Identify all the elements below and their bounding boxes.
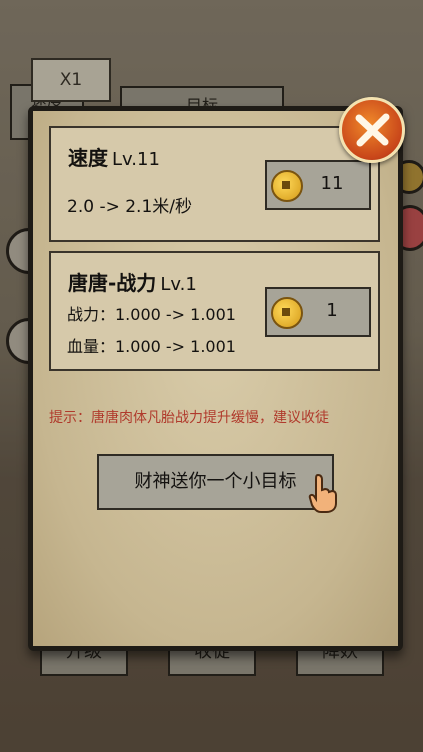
power-card-name: 唐唐-战力 xyxy=(68,271,157,295)
power-upgrade-button[interactable]: 1 xyxy=(265,287,371,337)
pointing-hand-icon xyxy=(308,473,337,513)
speed-multiplier-button[interactable]: X1 xyxy=(31,58,111,102)
speed-upgrade-button[interactable]: 11 xyxy=(265,160,371,210)
power-card-level: Lv.1 xyxy=(160,274,197,295)
upgrade-panel: 速度 Lv.11 2.0 -> 2.1米/秒 11 唐唐-战力 Lv.1 战力：1.… xyxy=(28,106,403,651)
gift-target-button[interactable]: 财神送你一个小目标 xyxy=(97,454,334,510)
close-icon xyxy=(355,113,390,147)
speed-upgrade-card: 速度 Lv.11 2.0 -> 2.1米/秒 11 xyxy=(49,126,380,242)
close-button[interactable] xyxy=(339,97,405,163)
coin-icon xyxy=(271,170,303,202)
tip-text: 提示：唐唐肉体凡胎战力提升缓慢，建议收徒 xyxy=(49,410,329,426)
coin-icon xyxy=(271,297,303,329)
power-card-attack: 战力：1.000 -> 1.001 xyxy=(67,305,236,324)
speed-card-level: Lv.11 xyxy=(112,149,160,170)
power-card-hp: 血量：1.000 -> 1.001 xyxy=(67,337,236,356)
speed-card-detail: 2.0 -> 2.1米/秒 xyxy=(67,197,192,217)
power-upgrade-cost: 1 xyxy=(326,300,338,321)
power-upgrade-card: 唐唐-战力 Lv.1 战力：1.000 -> 1.001 血量：1.000 -> … xyxy=(49,251,380,371)
power-card-title: 唐唐-战力 Lv.1 xyxy=(68,267,197,296)
speed-upgrade-cost: 11 xyxy=(320,173,344,194)
speed-card-title: 速度 Lv.11 xyxy=(68,142,160,171)
speed-card-name: 速度 xyxy=(68,146,108,170)
